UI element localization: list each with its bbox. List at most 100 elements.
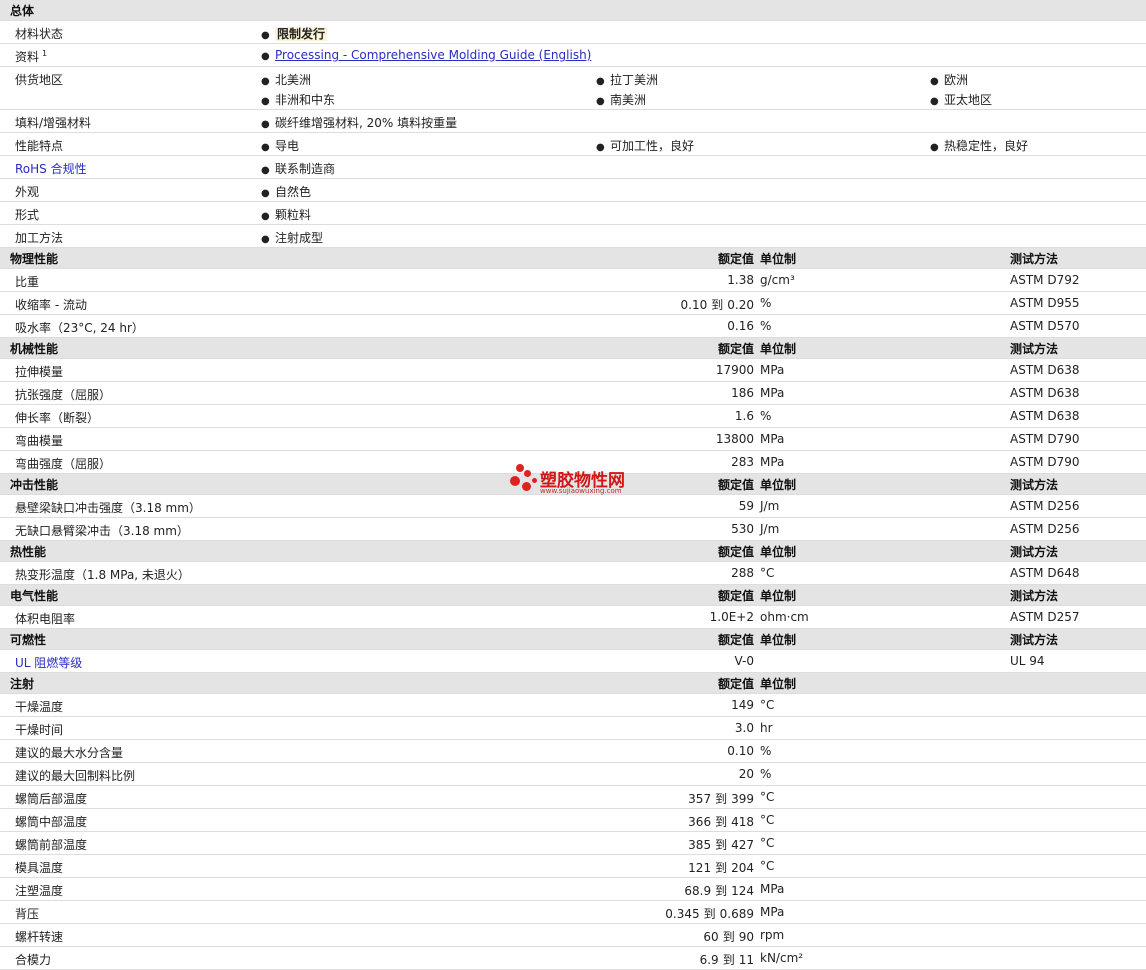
- bullet-icon: ●: [261, 76, 270, 87]
- table-row: 建议的最大水分含量 0.10%: [0, 740, 1146, 763]
- value-cell: 3.0: [735, 721, 754, 735]
- bullet-item: ● 注射成型: [261, 229, 323, 246]
- bullet-text: 限制发行: [275, 27, 328, 41]
- value-min: 0.16: [727, 319, 754, 333]
- bullet-icon: ●: [261, 96, 270, 107]
- value-min: 121: [688, 861, 712, 875]
- table-row: 悬壁梁缺口冲击强度（3.18 mm） 59 J/m ASTM D256: [0, 495, 1146, 518]
- header-value: 额定值: [717, 589, 754, 603]
- header-test: 测试方法: [1010, 342, 1059, 356]
- property-label: 干燥温度: [15, 700, 64, 714]
- property-label: 螺筒中部温度: [15, 815, 88, 829]
- test-method: ASTM D570: [1010, 319, 1080, 333]
- value-min: 60: [703, 930, 719, 944]
- property-label: 体积电阻率: [15, 612, 76, 626]
- value-min: 6.9: [699, 953, 719, 967]
- value-min: 530: [731, 522, 754, 536]
- value-cell: 530: [731, 522, 754, 536]
- bullet-icon: ●: [261, 188, 270, 199]
- value-cell: 6.9 到 11: [700, 951, 754, 968]
- section-header: 可燃性 额定值 单位制 测试方法: [0, 629, 1146, 650]
- range-separator: 到: [722, 930, 735, 944]
- header-test: 测试方法: [1010, 545, 1059, 559]
- table-row: 弯曲模量 13800 MPa ASTM D790: [0, 428, 1146, 451]
- section-header: 电气性能 额定值 单位制 测试方法: [0, 585, 1146, 606]
- bullet-text: 颗粒料: [275, 208, 312, 222]
- bullet-text: 拉丁美洲: [610, 73, 659, 87]
- value-cell: 0.345 到 0.689: [665, 905, 754, 922]
- header-unit: 单位制: [760, 478, 797, 492]
- value-max: 0.20: [727, 298, 754, 312]
- section-title: 可燃性: [10, 633, 47, 647]
- value-cell: 366 到 418: [688, 813, 754, 830]
- value-min: 13800: [715, 432, 754, 446]
- table-row: 体积电阻率 1.0E+2 ohm·cm ASTM D257: [0, 606, 1146, 629]
- header-unit: 单位制: [760, 252, 797, 266]
- test-method: ASTM D648: [1010, 566, 1080, 580]
- property-label: 弯曲强度（屈服）: [15, 457, 112, 471]
- header-value: 额定值: [717, 342, 754, 356]
- header-unit: 单位制: [760, 342, 797, 356]
- value-cell: 149: [731, 698, 754, 712]
- table-row: 注塑温度 68.9 到 124 MPa: [0, 878, 1146, 901]
- bullet-icon: ●: [261, 51, 270, 62]
- bullet-icon: ●: [261, 211, 270, 222]
- range-separator: 到: [722, 953, 735, 967]
- bullet-text: 注射成型: [275, 231, 324, 245]
- section-header: 热性能 额定值 单位制 测试方法: [0, 541, 1146, 562]
- bullet-icon: ●: [261, 165, 270, 176]
- bullet-item: ● 联系制造商: [261, 160, 335, 177]
- property-label: 性能特点: [15, 139, 64, 153]
- test-method: ASTM D792: [1010, 273, 1080, 287]
- value-cell: 121 到 204: [688, 859, 754, 876]
- unit-cell: °C: [760, 790, 775, 804]
- property-label: 外观: [15, 185, 40, 199]
- section-title: 注射: [10, 677, 35, 691]
- bullet-item: ● 拉丁美洲: [596, 71, 658, 88]
- header-value: 额定值: [717, 545, 754, 559]
- property-label: 抗张强度（屈服）: [15, 388, 112, 402]
- logo-dot: [510, 476, 520, 486]
- bullet-icon: ●: [596, 142, 605, 153]
- value-cell: 1.38: [727, 273, 754, 287]
- section-header: 注射 额定值 单位制: [0, 673, 1146, 694]
- property-label: 资料 1: [15, 49, 48, 64]
- property-label: RoHS 合规性: [15, 162, 87, 176]
- table-row: 模具温度 121 到 204 °C: [0, 855, 1146, 878]
- section-title: 冲击性能: [10, 478, 59, 492]
- header-test: 测试方法: [1010, 252, 1059, 266]
- value-cell: V-0: [735, 654, 754, 668]
- test-method: UL 94: [1010, 654, 1045, 668]
- table-row: 收缩率 - 流动 0.10 到 0.20% ASTM D955: [0, 292, 1146, 315]
- bullet-text: 自然色: [275, 185, 312, 199]
- unit-cell: rpm: [760, 928, 785, 942]
- logo-dot: [516, 464, 524, 472]
- value-min: 0.10: [727, 744, 754, 758]
- bullet-item: ● 碳纤维增强材料, 20% 填料按重量: [261, 114, 457, 131]
- unit-cell: %: [760, 319, 772, 333]
- bullet-item[interactable]: ● Processing - Comprehensive Molding Guid…: [261, 48, 591, 62]
- table-row: 螺筒前部温度 385 到 427 °C: [0, 832, 1146, 855]
- property-label: 拉伸模量: [15, 365, 64, 379]
- test-method: ASTM D790: [1010, 432, 1080, 446]
- unit-cell: MPa: [760, 455, 785, 469]
- header-unit: 单位制: [760, 677, 797, 691]
- value-max: 418: [731, 815, 754, 829]
- general-row: 资料 1 ● Processing - Comprehensive Molding G…: [0, 44, 1146, 67]
- logo-dot: [522, 482, 531, 491]
- range-separator: 到: [715, 815, 728, 829]
- property-label: 填料/增强材料: [15, 116, 92, 130]
- value-min: 186: [731, 386, 754, 400]
- range-separator: 到: [715, 884, 728, 898]
- bullet-icon: ●: [930, 142, 939, 153]
- test-method: ASTM D638: [1010, 363, 1080, 377]
- bullet-item: ● 亚太地区: [930, 91, 992, 108]
- test-method: ASTM D790: [1010, 455, 1080, 469]
- value-max: 427: [731, 838, 754, 852]
- bullet-icon: ●: [261, 142, 270, 153]
- document-link[interactable]: Processing - Comprehensive Molding Guide…: [275, 48, 591, 62]
- property-label: 干燥时间: [15, 723, 64, 737]
- value-cell: 186: [731, 386, 754, 400]
- section-title: 电气性能: [10, 589, 59, 603]
- unit-cell: MPa: [760, 363, 785, 377]
